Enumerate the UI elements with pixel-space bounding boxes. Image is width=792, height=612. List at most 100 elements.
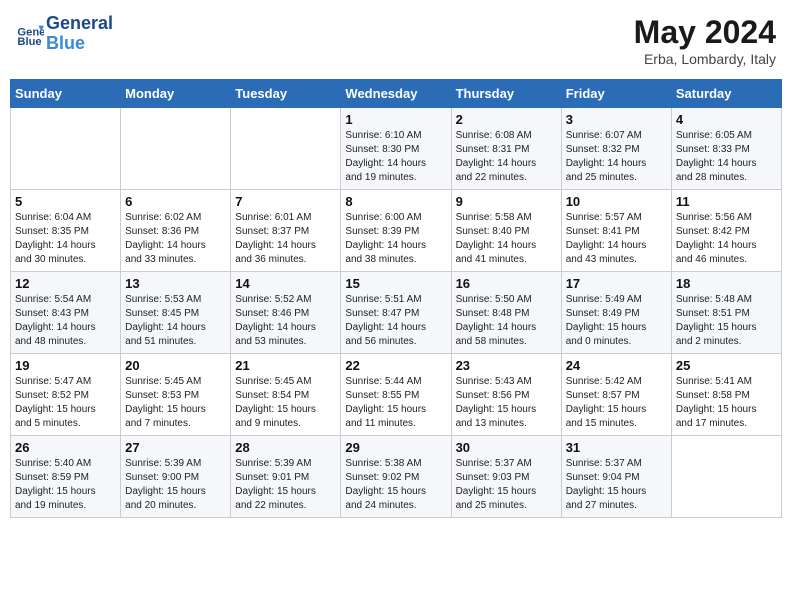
calendar-day-cell	[671, 436, 781, 518]
day-info: Sunrise: 5:57 AMSunset: 8:41 PMDaylight:…	[566, 211, 667, 267]
day-info: Sunrise: 6:07 AMSunset: 8:32 PMDaylight:…	[566, 129, 667, 185]
calendar-table: SundayMondayTuesdayWednesdayThursdayFrid…	[10, 79, 782, 518]
day-info: Sunrise: 6:08 AMSunset: 8:31 PMDaylight:…	[456, 129, 557, 185]
calendar-day-cell: 1 Sunrise: 6:10 AMSunset: 8:30 PMDaylight…	[341, 108, 451, 190]
calendar-day-cell: 25Sunrise: 5:41 AMSunset: 8:58 PMDayligh…	[671, 354, 781, 436]
day-number: 15	[345, 276, 446, 291]
day-number: 5	[15, 194, 116, 209]
calendar-day-cell: 14 Sunrise: 5:52 AMSunset: 8:46 PMDayligh…	[231, 272, 341, 354]
day-info: Sunrise: 5:54 AMSunset: 8:43 PMDaylight:…	[15, 293, 116, 349]
calendar-day-cell: 28 Sunrise: 5:39 AMSunset: 9:01 PMDayligh…	[231, 436, 341, 518]
day-of-week-header: Tuesday	[231, 80, 341, 108]
day-number: 3	[566, 112, 667, 127]
day-number: 10	[566, 194, 667, 209]
day-info: Sunrise: 5:37 AMSunset: 9:04 PMDaylight:…	[566, 457, 667, 513]
calendar-day-cell: 15Sunrise: 5:51 AMSunset: 8:47 PMDayligh…	[341, 272, 451, 354]
day-number: 16	[456, 276, 557, 291]
day-of-week-header: Wednesday	[341, 80, 451, 108]
day-number: 26	[15, 440, 116, 455]
day-number: 21	[235, 358, 336, 373]
calendar-day-cell: 27Sunrise: 5:39 AMSunset: 9:00 PMDayligh…	[121, 436, 231, 518]
calendar-day-cell: 6 Sunrise: 6:02 AMSunset: 8:36 PMDaylight…	[121, 190, 231, 272]
day-number: 7	[235, 194, 336, 209]
day-number: 9	[456, 194, 557, 209]
day-number: 11	[676, 194, 777, 209]
day-info: Sunrise: 5:40 AMSunset: 8:59 PMDaylight:…	[15, 457, 116, 513]
day-info: Sunrise: 5:43 AMSunset: 8:56 PMDaylight:…	[456, 375, 557, 431]
calendar-day-cell: 30 Sunrise: 5:37 AMSunset: 9:03 PMDayligh…	[451, 436, 561, 518]
day-number: 23	[456, 358, 557, 373]
day-info: Sunrise: 5:48 AMSunset: 8:51 PMDaylight:…	[676, 293, 777, 349]
day-info: Sunrise: 5:44 AMSunset: 8:55 PMDaylight:…	[345, 375, 446, 431]
day-number: 28	[235, 440, 336, 455]
calendar-day-cell: 11 Sunrise: 5:56 AMSunset: 8:42 PMDayligh…	[671, 190, 781, 272]
day-number: 30	[456, 440, 557, 455]
day-of-week-header: Sunday	[11, 80, 121, 108]
calendar-day-cell: 29 Sunrise: 5:38 AMSunset: 9:02 PMDayligh…	[341, 436, 451, 518]
day-info: Sunrise: 5:38 AMSunset: 9:02 PMDaylight:…	[345, 457, 446, 513]
calendar-day-cell: 21 Sunrise: 5:45 AMSunset: 8:54 PMDayligh…	[231, 354, 341, 436]
logo: General Blue General Blue	[16, 14, 113, 54]
calendar-day-cell: 16 Sunrise: 5:50 AMSunset: 8:48 PMDayligh…	[451, 272, 561, 354]
calendar-day-cell	[11, 108, 121, 190]
day-of-week-header: Monday	[121, 80, 231, 108]
calendar-week-row: 19Sunrise: 5:47 AMSunset: 8:52 PMDayligh…	[11, 354, 782, 436]
calendar-day-cell: 5 Sunrise: 6:04 AMSunset: 8:35 PMDaylight…	[11, 190, 121, 272]
day-number: 12	[15, 276, 116, 291]
day-info: Sunrise: 5:50 AMSunset: 8:48 PMDaylight:…	[456, 293, 557, 349]
day-number: 19	[15, 358, 116, 373]
day-info: Sunrise: 5:45 AMSunset: 8:53 PMDaylight:…	[125, 375, 226, 431]
day-number: 8	[345, 194, 446, 209]
day-info: Sunrise: 6:05 AMSunset: 8:33 PMDaylight:…	[676, 129, 777, 185]
calendar-day-cell: 22Sunrise: 5:44 AMSunset: 8:55 PMDayligh…	[341, 354, 451, 436]
logo-text-line2: Blue	[46, 34, 113, 54]
calendar-day-cell: 3 Sunrise: 6:07 AMSunset: 8:32 PMDaylight…	[561, 108, 671, 190]
day-number: 31	[566, 440, 667, 455]
calendar-day-cell: 4 Sunrise: 6:05 AMSunset: 8:33 PMDaylight…	[671, 108, 781, 190]
day-number: 18	[676, 276, 777, 291]
day-info: Sunrise: 5:39 AMSunset: 9:00 PMDaylight:…	[125, 457, 226, 513]
day-number: 17	[566, 276, 667, 291]
calendar-week-row: 26 Sunrise: 5:40 AMSunset: 8:59 PMDayligh…	[11, 436, 782, 518]
day-info: Sunrise: 6:02 AMSunset: 8:36 PMDaylight:…	[125, 211, 226, 267]
day-info: Sunrise: 5:37 AMSunset: 9:03 PMDaylight:…	[456, 457, 557, 513]
day-info: Sunrise: 6:00 AMSunset: 8:39 PMDaylight:…	[345, 211, 446, 267]
day-info: Sunrise: 6:10 AMSunset: 8:30 PMDaylight:…	[345, 129, 446, 185]
calendar-day-cell: 26 Sunrise: 5:40 AMSunset: 8:59 PMDayligh…	[11, 436, 121, 518]
day-number: 2	[456, 112, 557, 127]
calendar-week-row: 1 Sunrise: 6:10 AMSunset: 8:30 PMDaylight…	[11, 108, 782, 190]
calendar-day-cell: 19Sunrise: 5:47 AMSunset: 8:52 PMDayligh…	[11, 354, 121, 436]
day-number: 29	[345, 440, 446, 455]
day-info: Sunrise: 5:52 AMSunset: 8:46 PMDaylight:…	[235, 293, 336, 349]
day-number: 1	[345, 112, 446, 127]
day-of-week-header: Friday	[561, 80, 671, 108]
calendar-day-cell: 7 Sunrise: 6:01 AMSunset: 8:37 PMDaylight…	[231, 190, 341, 272]
calendar-day-cell: 12 Sunrise: 5:54 AMSunset: 8:43 PMDayligh…	[11, 272, 121, 354]
day-info: Sunrise: 6:01 AMSunset: 8:37 PMDaylight:…	[235, 211, 336, 267]
calendar-day-cell: 13Sunrise: 5:53 AMSunset: 8:45 PMDayligh…	[121, 272, 231, 354]
day-info: Sunrise: 5:45 AMSunset: 8:54 PMDaylight:…	[235, 375, 336, 431]
day-info: Sunrise: 6:04 AMSunset: 8:35 PMDaylight:…	[15, 211, 116, 267]
calendar-header-row: SundayMondayTuesdayWednesdayThursdayFrid…	[11, 80, 782, 108]
title-block: May 2024 Erba, Lombardy, Italy	[634, 14, 776, 67]
calendar-week-row: 12 Sunrise: 5:54 AMSunset: 8:43 PMDayligh…	[11, 272, 782, 354]
logo-text-line1: General	[46, 14, 113, 34]
day-number: 4	[676, 112, 777, 127]
calendar-day-cell: 18 Sunrise: 5:48 AMSunset: 8:51 PMDayligh…	[671, 272, 781, 354]
calendar-day-cell: 24Sunrise: 5:42 AMSunset: 8:57 PMDayligh…	[561, 354, 671, 436]
day-number: 25	[676, 358, 777, 373]
calendar-day-cell	[121, 108, 231, 190]
calendar-day-cell: 17Sunrise: 5:49 AMSunset: 8:49 PMDayligh…	[561, 272, 671, 354]
calendar-day-cell	[231, 108, 341, 190]
day-info: Sunrise: 5:42 AMSunset: 8:57 PMDaylight:…	[566, 375, 667, 431]
calendar-day-cell: 20Sunrise: 5:45 AMSunset: 8:53 PMDayligh…	[121, 354, 231, 436]
day-number: 6	[125, 194, 226, 209]
day-number: 14	[235, 276, 336, 291]
day-number: 13	[125, 276, 226, 291]
day-info: Sunrise: 5:56 AMSunset: 8:42 PMDaylight:…	[676, 211, 777, 267]
calendar-day-cell: 2 Sunrise: 6:08 AMSunset: 8:31 PMDaylight…	[451, 108, 561, 190]
location-subtitle: Erba, Lombardy, Italy	[634, 51, 776, 67]
calendar-day-cell: 23 Sunrise: 5:43 AMSunset: 8:56 PMDayligh…	[451, 354, 561, 436]
day-info: Sunrise: 5:39 AMSunset: 9:01 PMDaylight:…	[235, 457, 336, 513]
calendar-day-cell: 10 Sunrise: 5:57 AMSunset: 8:41 PMDayligh…	[561, 190, 671, 272]
